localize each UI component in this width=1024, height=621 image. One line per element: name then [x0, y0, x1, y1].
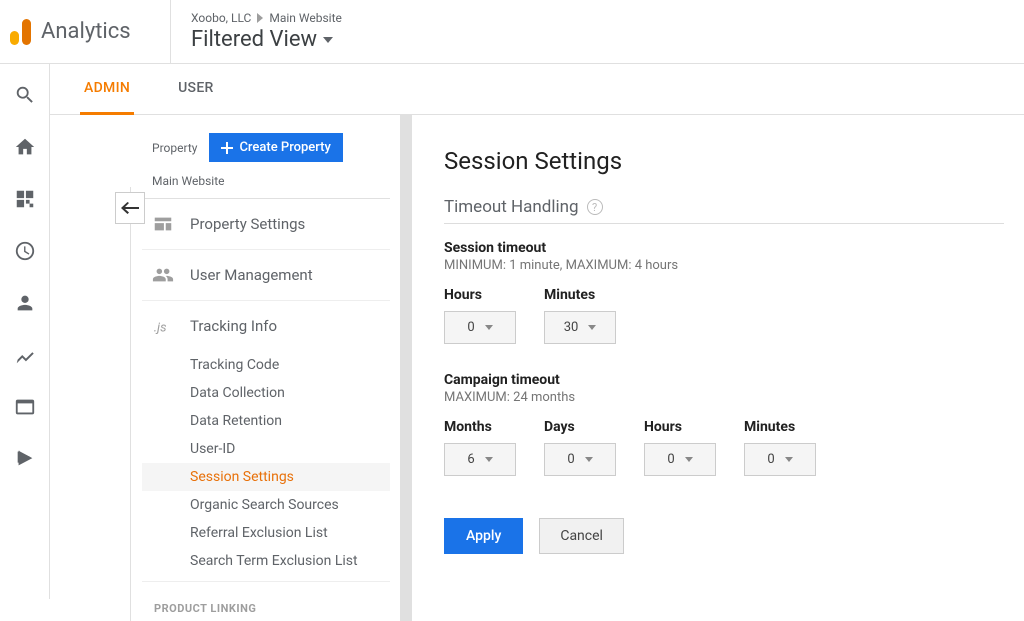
- campaign-timeout-hint: MAXIMUM: 24 months: [444, 390, 1004, 405]
- admin-tabs: ADMIN USER: [50, 64, 1024, 115]
- behavior-icon[interactable]: [14, 396, 36, 418]
- people-icon: [152, 264, 174, 286]
- back-button[interactable]: [115, 192, 145, 224]
- app-header: Analytics Xoobo, LLC Main Website Filter…: [0, 0, 1024, 64]
- property-nav: Property Create Property Main Website Pr…: [50, 115, 400, 621]
- nav-tracking-info[interactable]: .js Tracking Info: [142, 301, 390, 351]
- caret-down-icon: [588, 325, 596, 330]
- acquisition-icon[interactable]: [14, 344, 36, 366]
- timeout-heading: Timeout Handling: [444, 197, 579, 217]
- session-timeout-hint: MINIMUM: 1 minute, MAXIMUM: 4 hours: [444, 258, 1004, 273]
- view-switcher[interactable]: Filtered View: [191, 27, 1008, 52]
- left-rail: [0, 64, 50, 599]
- tab-admin[interactable]: ADMIN: [80, 64, 134, 115]
- caret-down-icon: [785, 457, 793, 462]
- campaign-timeout-title: Campaign timeout: [444, 372, 1004, 388]
- resize-gutter[interactable]: [400, 115, 412, 621]
- campaign-months-label: Months: [444, 419, 516, 435]
- logo[interactable]: Analytics: [10, 19, 170, 45]
- campaign-months-picker[interactable]: 6: [444, 443, 516, 476]
- js-icon: .js: [152, 315, 174, 337]
- nav-user-management[interactable]: User Management: [142, 250, 390, 301]
- caret-down-icon: [585, 457, 593, 462]
- breadcrumb[interactable]: Xoobo, LLC Main Website: [191, 11, 1008, 25]
- nav-property-settings-label: Property Settings: [190, 215, 305, 233]
- caret-down-icon: [685, 457, 693, 462]
- conversions-icon[interactable]: [14, 448, 36, 470]
- subitem-search-term-exclusion[interactable]: Search Term Exclusion List: [142, 547, 390, 575]
- nav-property-settings[interactable]: Property Settings: [142, 199, 390, 250]
- search-icon[interactable]: [14, 84, 36, 106]
- cancel-button[interactable]: Cancel: [539, 518, 624, 554]
- tab-user[interactable]: USER: [174, 64, 218, 114]
- audience-icon[interactable]: [14, 292, 36, 314]
- campaign-days-label: Days: [544, 419, 616, 435]
- campaign-months-value: 6: [467, 452, 474, 467]
- subitem-organic-search-sources[interactable]: Organic Search Sources: [142, 491, 390, 519]
- tracking-subitems: Tracking Code Data Collection Data Reten…: [142, 351, 390, 575]
- create-property-label: Create Property: [239, 140, 330, 155]
- campaign-hours-picker[interactable]: 0: [644, 443, 716, 476]
- back-rail: [130, 187, 131, 621]
- session-minutes-value: 30: [564, 320, 579, 335]
- campaign-hours-value: 0: [667, 452, 674, 467]
- realtime-icon[interactable]: [14, 240, 36, 262]
- breadcrumb-prop: Main Website: [269, 11, 342, 25]
- settings-panel-icon: [152, 213, 174, 235]
- app-name: Analytics: [41, 19, 131, 44]
- analytics-logo-icon: [10, 19, 31, 45]
- caret-down-icon: [323, 37, 333, 43]
- svg-text:.js: .js: [154, 321, 167, 336]
- subitem-referral-exclusion[interactable]: Referral Exclusion List: [142, 519, 390, 547]
- view-name: Filtered View: [191, 27, 317, 52]
- section-product-linking: PRODUCT LINKING: [142, 581, 390, 621]
- caret-down-icon: [485, 325, 493, 330]
- campaign-minutes-label: Minutes: [744, 419, 816, 435]
- settings-panel: Session Settings Timeout Handling ? Sess…: [412, 115, 1024, 621]
- subitem-data-collection[interactable]: Data Collection: [142, 379, 390, 407]
- campaign-hours-label: Hours: [644, 419, 716, 435]
- subitem-data-retention[interactable]: Data Retention: [142, 407, 390, 435]
- session-hours-label: Hours: [444, 287, 516, 303]
- property-label: Property: [152, 141, 197, 155]
- breadcrumb-org: Xoobo, LLC: [191, 11, 251, 25]
- session-minutes-picker[interactable]: 30: [544, 311, 616, 344]
- campaign-minutes-value: 0: [767, 452, 774, 467]
- session-minutes-label: Minutes: [544, 287, 616, 303]
- apply-button[interactable]: Apply: [444, 518, 523, 554]
- session-timeout-title: Session timeout: [444, 240, 1004, 256]
- create-property-button[interactable]: Create Property: [209, 133, 342, 162]
- campaign-minutes-picker[interactable]: 0: [744, 443, 816, 476]
- back-arrow-icon: [121, 202, 139, 214]
- subitem-user-id[interactable]: User-ID: [142, 435, 390, 463]
- customization-icon[interactable]: [14, 188, 36, 210]
- header-center: Xoobo, LLC Main Website Filtered View: [170, 0, 1008, 63]
- chevron-right-icon: [257, 13, 263, 23]
- plus-icon: [221, 142, 233, 154]
- nav-user-management-label: User Management: [190, 266, 313, 284]
- subitem-session-settings[interactable]: Session Settings: [142, 463, 390, 491]
- selected-property[interactable]: Main Website: [142, 172, 390, 199]
- home-icon[interactable]: [14, 136, 36, 158]
- help-icon[interactable]: ?: [587, 199, 603, 215]
- session-hours-picker[interactable]: 0: [444, 311, 516, 344]
- nav-tracking-info-label: Tracking Info: [190, 317, 277, 335]
- campaign-days-value: 0: [567, 452, 574, 467]
- caret-down-icon: [485, 457, 493, 462]
- page-title: Session Settings: [444, 147, 1004, 175]
- subitem-tracking-code[interactable]: Tracking Code: [142, 351, 390, 379]
- session-hours-value: 0: [467, 320, 474, 335]
- campaign-days-picker[interactable]: 0: [544, 443, 616, 476]
